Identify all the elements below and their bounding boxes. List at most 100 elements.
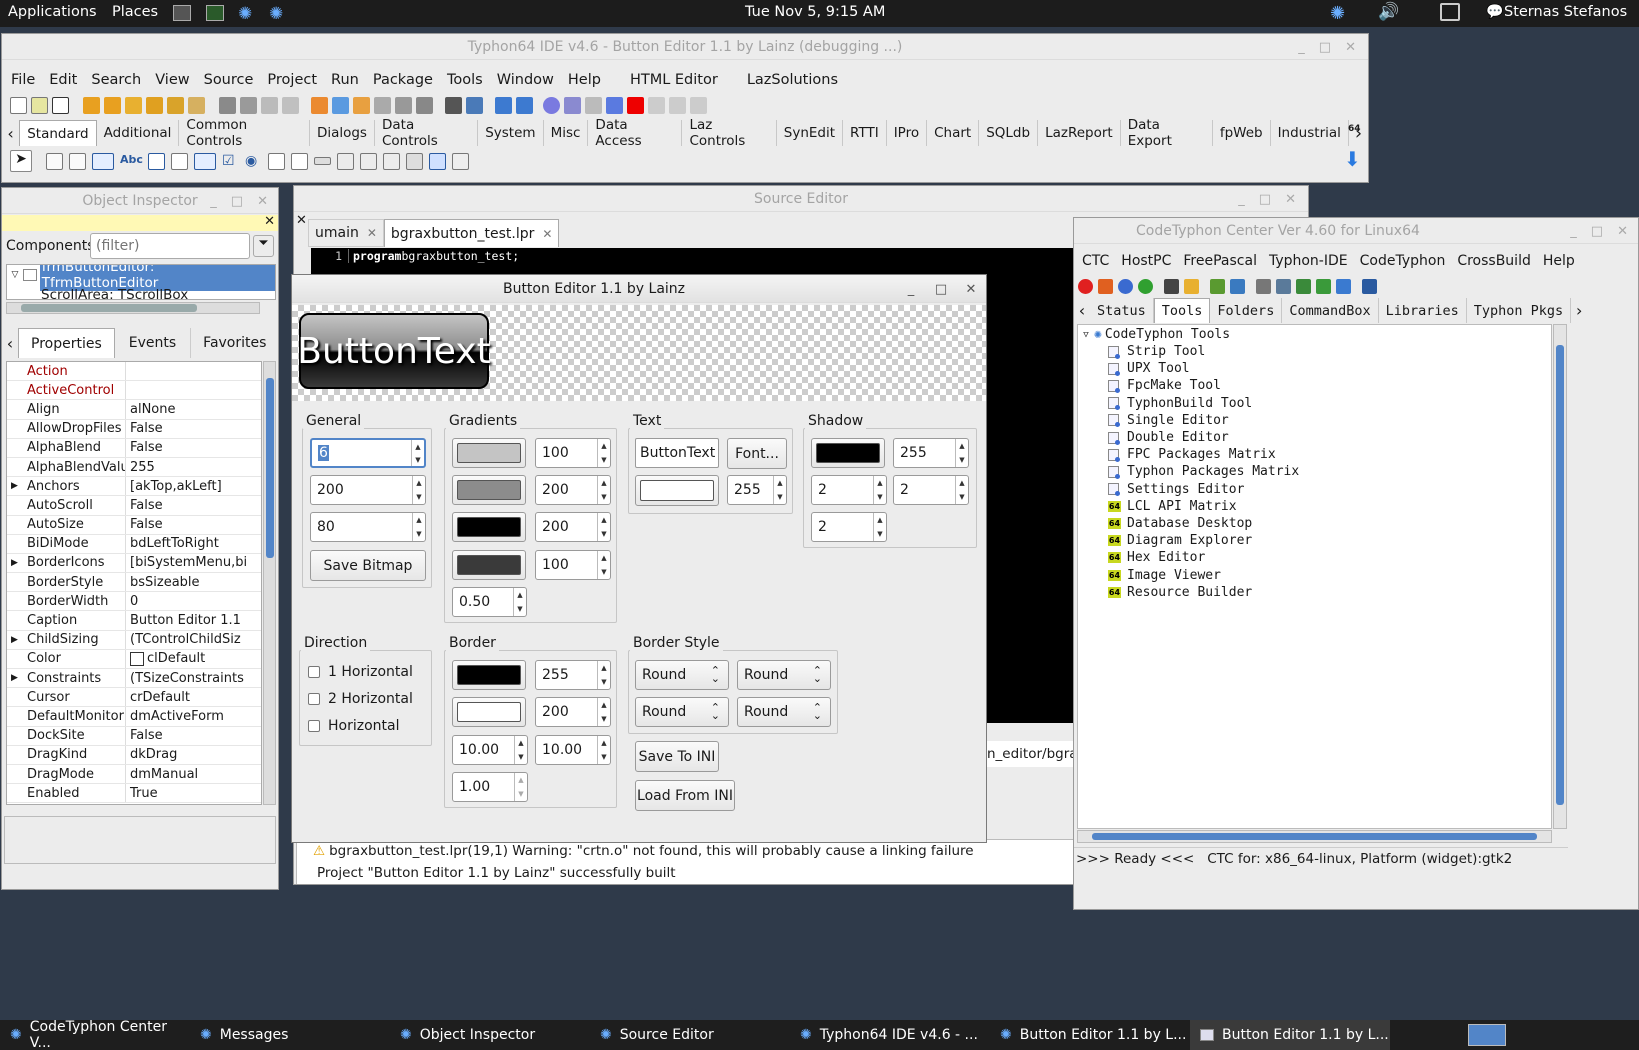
tcheckgroup-icon[interactable]: [383, 152, 400, 170]
step-icon[interactable]: [564, 96, 581, 114]
task-messages[interactable]: ✺ Messages: [190, 1020, 390, 1050]
direction-1-horizontal-option[interactable]: 1 Horizontal: [308, 664, 413, 680]
property-row[interactable]: Action: [7, 362, 261, 382]
spin-arrows-icon[interactable]: ▲ ▼: [955, 439, 968, 467]
tcombobox-icon[interactable]: [291, 152, 308, 170]
button-text-input[interactable]: ButtonText: [635, 438, 719, 468]
install-icon[interactable]: [1316, 278, 1331, 294]
ctc-tab-typhon-pkgs[interactable]: Typhon Pkgs: [1467, 298, 1572, 323]
save-icon[interactable]: [219, 96, 236, 114]
property-value[interactable]: [biSystemMenu,bi: [126, 554, 261, 572]
preview-button[interactable]: ButtonText: [297, 313, 491, 389]
palette-tab-data-export[interactable]: Data Export: [1121, 117, 1213, 149]
ctc-menu-ctc[interactable]: CTC: [1074, 253, 1115, 269]
tlabel-icon[interactable]: Abc: [120, 153, 143, 170]
palette-tab-ipro[interactable]: IPro: [887, 120, 928, 146]
view-forms-icon[interactable]: [416, 96, 433, 114]
tmemo-icon[interactable]: [171, 152, 188, 170]
ctc-menu-freepascal[interactable]: FreePascal: [1177, 253, 1263, 269]
ctc-tool-item[interactable]: Settings Editor: [1078, 481, 1551, 498]
shadow-radius-input[interactable]: 2 ▲ ▼: [811, 512, 887, 542]
stop-icon[interactable]: [627, 96, 644, 114]
border-width-input[interactable]: 1.00 ▲ ▼: [452, 772, 528, 802]
tradiobutton-icon[interactable]: ◉: [245, 153, 262, 170]
spin-arrows-icon[interactable]: ▲ ▼: [955, 476, 968, 504]
property-value[interactable]: bsSizeable: [126, 573, 261, 591]
spin-arrows-icon[interactable]: ▲ ▼: [513, 588, 526, 616]
ctc-menu-help[interactable]: Help: [1537, 253, 1581, 269]
property-value[interactable]: 255: [126, 458, 261, 476]
close-icon[interactable]: ✕: [1617, 224, 1628, 239]
save-all-icon[interactable]: [240, 96, 257, 114]
property-value[interactable]: False: [126, 516, 261, 534]
spin-arrows-icon[interactable]: ▲ ▼: [873, 476, 886, 504]
ctc-tool-item[interactable]: 64 Resource Builder: [1078, 584, 1551, 601]
new-unit-icon[interactable]: [52, 96, 69, 114]
volume-icon[interactable]: 🔊: [1378, 2, 1399, 22]
direction-2-horizontal-option[interactable]: 2 Horizontal: [308, 691, 413, 707]
new-form-icon[interactable]: [31, 96, 48, 114]
load-from-ini-button[interactable]: Load From INI: [635, 780, 735, 811]
ctc-tab-commandbox[interactable]: CommandBox: [1282, 298, 1379, 323]
spin-arrows-icon[interactable]: ▲ ▼: [514, 736, 527, 764]
maximize-icon[interactable]: □: [231, 194, 243, 209]
gradient-position-input[interactable]: 0.50 ▲ ▼: [452, 587, 527, 617]
package-compile-icon[interactable]: [188, 96, 205, 114]
package-icon[interactable]: [125, 96, 142, 114]
palette-download-icon[interactable]: ⬇: [1344, 147, 1361, 171]
places-menu[interactable]: Places: [112, 4, 158, 20]
step-out-icon[interactable]: [690, 96, 707, 114]
tabs-left-icon[interactable]: ‹: [1074, 301, 1090, 320]
task-button-editor-2[interactable]: Button Editor 1.1 by L...: [1190, 1020, 1390, 1050]
build-icon[interactable]: [1296, 278, 1311, 294]
property-row[interactable]: ▶ Anchors [akTop,akLeft]: [7, 477, 261, 497]
minimize-icon[interactable]: _: [1238, 192, 1245, 207]
network-icon[interactable]: [1440, 3, 1460, 21]
palette-tab-laz-controls[interactable]: Laz Controls: [682, 117, 777, 149]
close-icon[interactable]: ✕: [367, 226, 377, 240]
menu-file[interactable]: File: [2, 72, 42, 88]
ctc-tool-item[interactable]: 64 Hex Editor: [1078, 549, 1551, 566]
border-style-top-left-select[interactable]: Round ⌃ ⌄: [635, 660, 729, 690]
menu-view[interactable]: View: [148, 72, 196, 88]
package-open-icon[interactable]: [146, 96, 163, 114]
tradiogroup-icon[interactable]: [360, 152, 377, 170]
build-icon[interactable]: [445, 96, 462, 114]
ttogglebox-icon[interactable]: [194, 152, 216, 170]
property-row[interactable]: Color clDefault: [7, 649, 261, 669]
palette-tab-additional[interactable]: Additional: [97, 120, 180, 146]
property-row[interactable]: AlphaBlend False: [7, 438, 261, 458]
spin-arrows-icon[interactable]: ▲ ▼: [773, 476, 786, 504]
border-round-x-input[interactable]: 10.00 ▲ ▼: [452, 735, 528, 765]
save-to-ini-button[interactable]: Save To INI: [635, 741, 719, 772]
play-icon[interactable]: [585, 96, 602, 114]
palette-tab-misc[interactable]: Misc: [544, 120, 589, 146]
maximize-icon[interactable]: □: [1591, 224, 1603, 239]
checkbox-icon[interactable]: [308, 693, 320, 705]
property-row[interactable]: BorderStyle bsSizeable: [7, 573, 261, 593]
copy-icon[interactable]: [261, 96, 278, 114]
minimize-icon[interactable]: _: [1298, 40, 1305, 55]
toggle-form-icon[interactable]: [374, 96, 391, 114]
property-row[interactable]: AutoSize False: [7, 515, 261, 535]
tpopupmenu-icon[interactable]: [69, 152, 86, 170]
menu-tools[interactable]: Tools: [440, 72, 490, 88]
tactionlist-icon[interactable]: [452, 152, 469, 170]
gradient-alpha-3-input[interactable]: 200 ▲ ▼: [535, 512, 611, 542]
shadow-color-button[interactable]: [811, 438, 885, 468]
tframe-icon[interactable]: [429, 152, 446, 170]
close-icon[interactable]: ✕: [257, 194, 268, 209]
close-tab-icon[interactable]: ✕: [296, 213, 307, 228]
close-icon[interactable]: ✕: [542, 227, 552, 241]
ctc-tool-item[interactable]: 64 LCL API Matrix: [1078, 498, 1551, 515]
typhon-tray-icon[interactable]: ✺: [1330, 3, 1345, 24]
help-icon[interactable]: [1118, 278, 1133, 294]
property-grid-scrollbar[interactable]: [263, 361, 276, 805]
palette-tab-lazreport[interactable]: LazReport: [1038, 120, 1121, 146]
property-row[interactable]: DragMode dmManual: [7, 764, 261, 785]
border-color-2-button[interactable]: [452, 697, 526, 727]
border-style-bottom-left-select[interactable]: Round ⌃ ⌄: [635, 697, 729, 727]
open-icon[interactable]: [83, 96, 100, 114]
expand-icon[interactable]: ▶: [11, 481, 18, 491]
menu-edit[interactable]: Edit: [42, 72, 84, 88]
